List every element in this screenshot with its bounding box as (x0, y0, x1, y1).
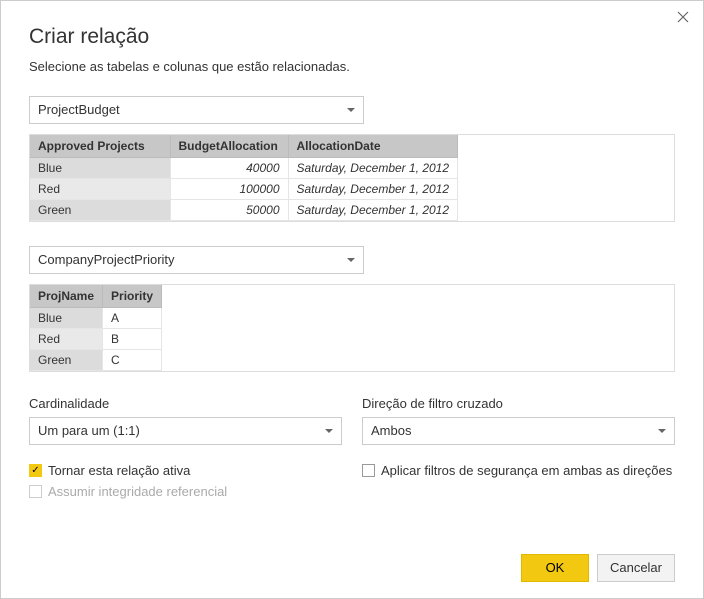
crossfilter-label: Direção de filtro cruzado (362, 396, 675, 411)
table2-select-value: CompanyProjectPriority (38, 252, 175, 267)
checkbox-icon: ✓ (29, 464, 42, 477)
crossfilter-value: Ambos (371, 423, 411, 438)
assume-ref-checkbox: Assumir integridade referencial (29, 484, 342, 499)
chevron-down-icon (658, 429, 666, 433)
create-relationship-dialog: Criar relação Selecione as tabelas e col… (0, 0, 704, 599)
ok-button[interactable]: OK (521, 554, 589, 582)
cardinality-value: Um para um (1:1) (38, 423, 140, 438)
chevron-down-icon (347, 258, 355, 262)
cardinality-select[interactable]: Um para um (1:1) (29, 417, 342, 445)
table-row: Green 50000 Saturday, December 1, 2012 (30, 200, 458, 221)
crossfilter-select[interactable]: Ambos (362, 417, 675, 445)
table2-header: ProjName (30, 285, 103, 308)
table1-select-value: ProjectBudget (38, 102, 120, 117)
table1-header: AllocationDate (288, 135, 458, 158)
table-row: Blue A (30, 308, 162, 329)
cardinality-label: Cardinalidade (29, 396, 342, 411)
table-row: Red 100000 Saturday, December 1, 2012 (30, 179, 458, 200)
table2-preview: ProjName Priority Blue A Red B Green C (29, 284, 675, 372)
close-icon[interactable] (673, 9, 693, 29)
cancel-button[interactable]: Cancelar (597, 554, 675, 582)
table-row: Green C (30, 350, 162, 371)
table-row: Blue 40000 Saturday, December 1, 2012 (30, 158, 458, 179)
options-row: Cardinalidade Um para um (1:1) ✓ Tornar … (29, 396, 675, 505)
table1-grid: Approved Projects BudgetAllocation Alloc… (30, 135, 458, 221)
table1-header: BudgetAllocation (170, 135, 288, 158)
chevron-down-icon (347, 108, 355, 112)
make-active-checkbox[interactable]: ✓ Tornar esta relação ativa (29, 463, 342, 478)
table1-header: Approved Projects (30, 135, 170, 158)
dialog-footer: OK Cancelar (521, 554, 675, 582)
table2-header: Priority (103, 285, 162, 308)
checkbox-icon (362, 464, 375, 477)
table1-select[interactable]: ProjectBudget (29, 96, 364, 124)
dialog-subtitle: Selecione as tabelas e colunas que estão… (29, 59, 675, 74)
table1-preview: Approved Projects BudgetAllocation Alloc… (29, 134, 675, 222)
dialog-title: Criar relação (29, 25, 675, 49)
table-row: Red B (30, 329, 162, 350)
checkbox-icon (29, 485, 42, 498)
table2-select[interactable]: CompanyProjectPriority (29, 246, 364, 274)
apply-security-checkbox[interactable]: Aplicar filtros de segurança em ambas as… (362, 463, 675, 478)
table2-grid: ProjName Priority Blue A Red B Green C (30, 285, 162, 371)
chevron-down-icon (325, 429, 333, 433)
